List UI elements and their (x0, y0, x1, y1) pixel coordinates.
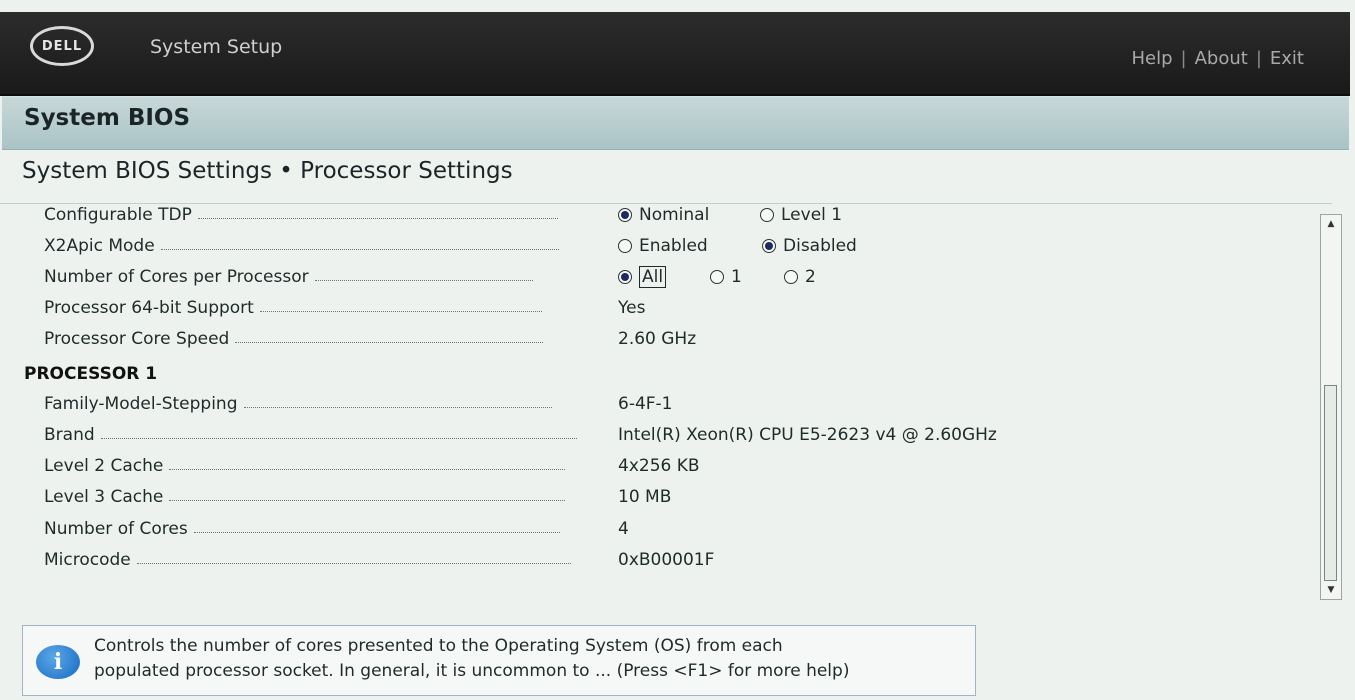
setting-core-speed: Processor Core Speed 2.60 GHz (44, 325, 1304, 353)
configurable-tdp-options: Nominal Level 1 (618, 205, 842, 225)
info-label: Level 3 Cache (44, 487, 164, 507)
setting-value: Yes (618, 298, 646, 318)
radio-level-1[interactable]: Level 1 (760, 205, 842, 225)
dotted-leader (259, 310, 542, 312)
exit-link[interactable]: Exit (1270, 48, 1304, 69)
nav-separator: | (1255, 48, 1262, 69)
arrow-up-icon[interactable]: ▲ (1321, 215, 1341, 233)
info-value: 4x256 KB (618, 456, 700, 476)
radio-nominal[interactable]: Nominal (618, 205, 760, 225)
help-panel: i Controls the number of cores presented… (22, 625, 976, 696)
option-label: Level 1 (781, 205, 843, 225)
info-value: 0xB00001F (618, 550, 715, 570)
app-title: System Setup (150, 36, 283, 58)
setting-cores-per-processor: Number of Cores per Processor All 1 2 (44, 263, 1304, 291)
section-bar: System BIOS (2, 96, 1349, 150)
scroll-thumb[interactable] (1324, 385, 1337, 581)
setting-label: X2Apic Mode (44, 236, 155, 256)
help-link[interactable]: Help (1131, 48, 1172, 69)
radio-selected-icon (618, 208, 632, 222)
info-label: Number of Cores (44, 519, 188, 539)
info-label: Level 2 Cache (44, 456, 164, 476)
cores-per-processor-options: All 1 2 (618, 266, 816, 288)
radio-all[interactable]: All (618, 266, 710, 288)
radio-selected-icon (762, 239, 776, 253)
setting-label: Processor Core Speed (44, 329, 230, 349)
radio-disabled[interactable]: Disabled (762, 236, 857, 256)
section-title: System BIOS (24, 105, 191, 131)
setting-label: Number of Cores per Processor (44, 267, 309, 287)
nav-separator: | (1180, 48, 1187, 69)
setting-64bit-support: Processor 64-bit Support Yes (44, 294, 1304, 322)
dotted-leader (197, 217, 558, 219)
option-label: Disabled (783, 236, 857, 256)
info-icon: i (36, 645, 80, 679)
page-title: System BIOS Settings • Processor Setting… (22, 158, 513, 184)
option-label: 1 (731, 267, 742, 287)
radio-unselected-icon (618, 239, 632, 253)
info-row: Level 2 Cache 4x256 KB (44, 452, 1304, 480)
setting-x2apic-mode: X2Apic Mode Enabled Disabled (44, 232, 1304, 260)
x2apic-options: Enabled Disabled (618, 236, 857, 256)
radio-unselected-icon (710, 270, 724, 284)
radio-enabled[interactable]: Enabled (618, 236, 762, 256)
info-row: Number of Cores 4 (44, 515, 1304, 543)
info-value: Intel(R) Xeon(R) CPU E5-2623 v4 @ 2.60GH… (618, 425, 997, 445)
info-row: Brand Intel(R) Xeon(R) CPU E5-2623 v4 @ … (44, 421, 1304, 449)
radio-unselected-icon (760, 208, 774, 222)
help-line-1: Controls the number of cores presented t… (94, 636, 783, 656)
help-text: Controls the number of cores presented t… (94, 634, 964, 684)
dotted-leader (193, 531, 560, 533)
radio-1[interactable]: 1 (710, 267, 784, 287)
dotted-leader (235, 341, 544, 343)
dotted-leader (169, 468, 566, 470)
processor-1-header: PROCESSOR 1 (24, 364, 158, 384)
info-row: Microcode 0xB00001F (44, 546, 1304, 574)
setting-label: Configurable TDP (44, 205, 192, 225)
info-row: Family-Model-Stepping 6-4F-1 (44, 390, 1304, 418)
radio-2[interactable]: 2 (784, 267, 816, 287)
help-line-2: populated processor socket. In general, … (94, 661, 850, 681)
option-label: Enabled (639, 236, 708, 256)
arrow-down-icon[interactable]: ▼ (1321, 581, 1341, 599)
radio-unselected-icon (784, 270, 798, 284)
info-label: Microcode (44, 550, 131, 570)
dotted-leader (169, 499, 566, 501)
top-nav: Help | About | Exit (1131, 48, 1304, 69)
setting-value: 2.60 GHz (618, 329, 697, 349)
info-label: Family-Model-Stepping (44, 394, 238, 414)
option-label: 2 (805, 267, 816, 287)
setting-configurable-tdp: Configurable TDP Nominal Level 1 (44, 201, 1304, 229)
dotted-leader (314, 279, 533, 281)
dotted-leader (136, 562, 571, 564)
top-bar: DELL System Setup Help | About | Exit (0, 12, 1350, 96)
vertical-scrollbar[interactable]: ▲ ▼ (1320, 214, 1342, 600)
dotted-leader (243, 406, 552, 408)
dotted-leader (160, 248, 559, 250)
info-value: 4 (618, 519, 629, 539)
option-label-focused: All (639, 266, 667, 288)
radio-selected-icon (618, 270, 632, 284)
info-row: Level 3 Cache 10 MB (44, 483, 1304, 511)
info-value: 10 MB (618, 487, 672, 507)
setting-label: Processor 64-bit Support (44, 298, 254, 318)
dotted-leader (100, 437, 577, 439)
dell-logo: DELL (30, 26, 94, 66)
about-link[interactable]: About (1195, 48, 1248, 69)
info-label: Brand (44, 425, 95, 445)
option-label: Nominal (639, 205, 710, 225)
info-value: 6-4F-1 (618, 394, 673, 414)
